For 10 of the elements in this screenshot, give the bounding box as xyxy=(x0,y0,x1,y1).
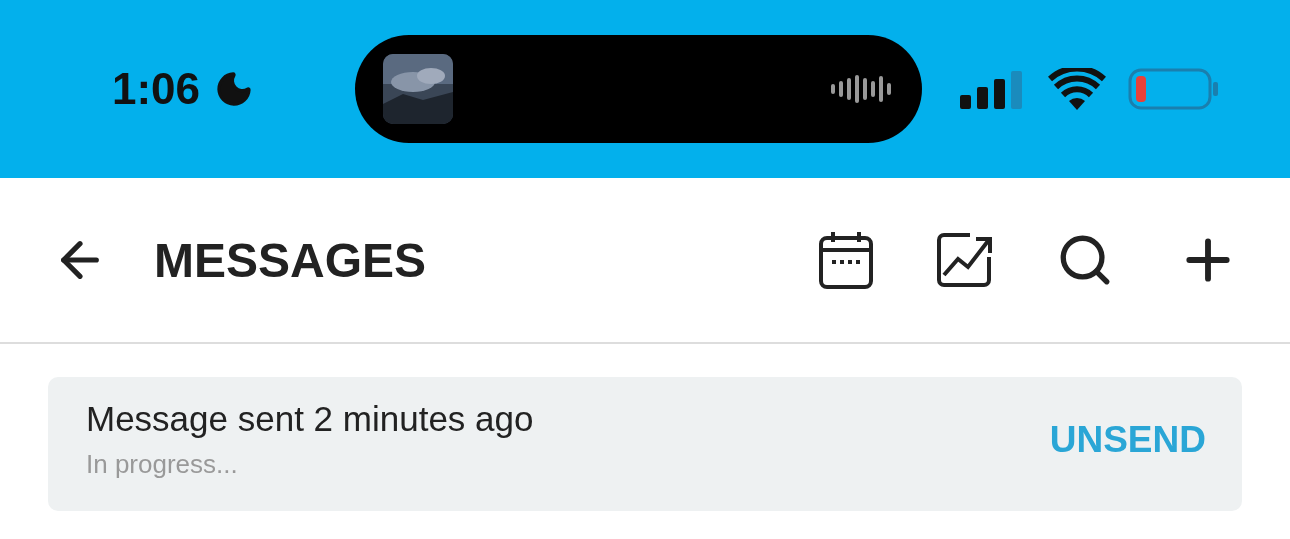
clock-time: 1:06 xyxy=(112,64,201,114)
battery-icon xyxy=(1128,68,1220,110)
chart-image-icon[interactable] xyxy=(936,231,994,289)
calendar-icon[interactable] xyxy=(818,230,874,290)
unsend-button[interactable]: UNSEND xyxy=(1049,419,1206,461)
wifi-icon xyxy=(1048,68,1106,110)
page-title: MESSAGES xyxy=(154,232,428,288)
notice-status: In progress... xyxy=(86,449,239,480)
notice-text: Message sent 2 minutes ago xyxy=(86,399,534,439)
waveform-icon xyxy=(830,74,894,104)
